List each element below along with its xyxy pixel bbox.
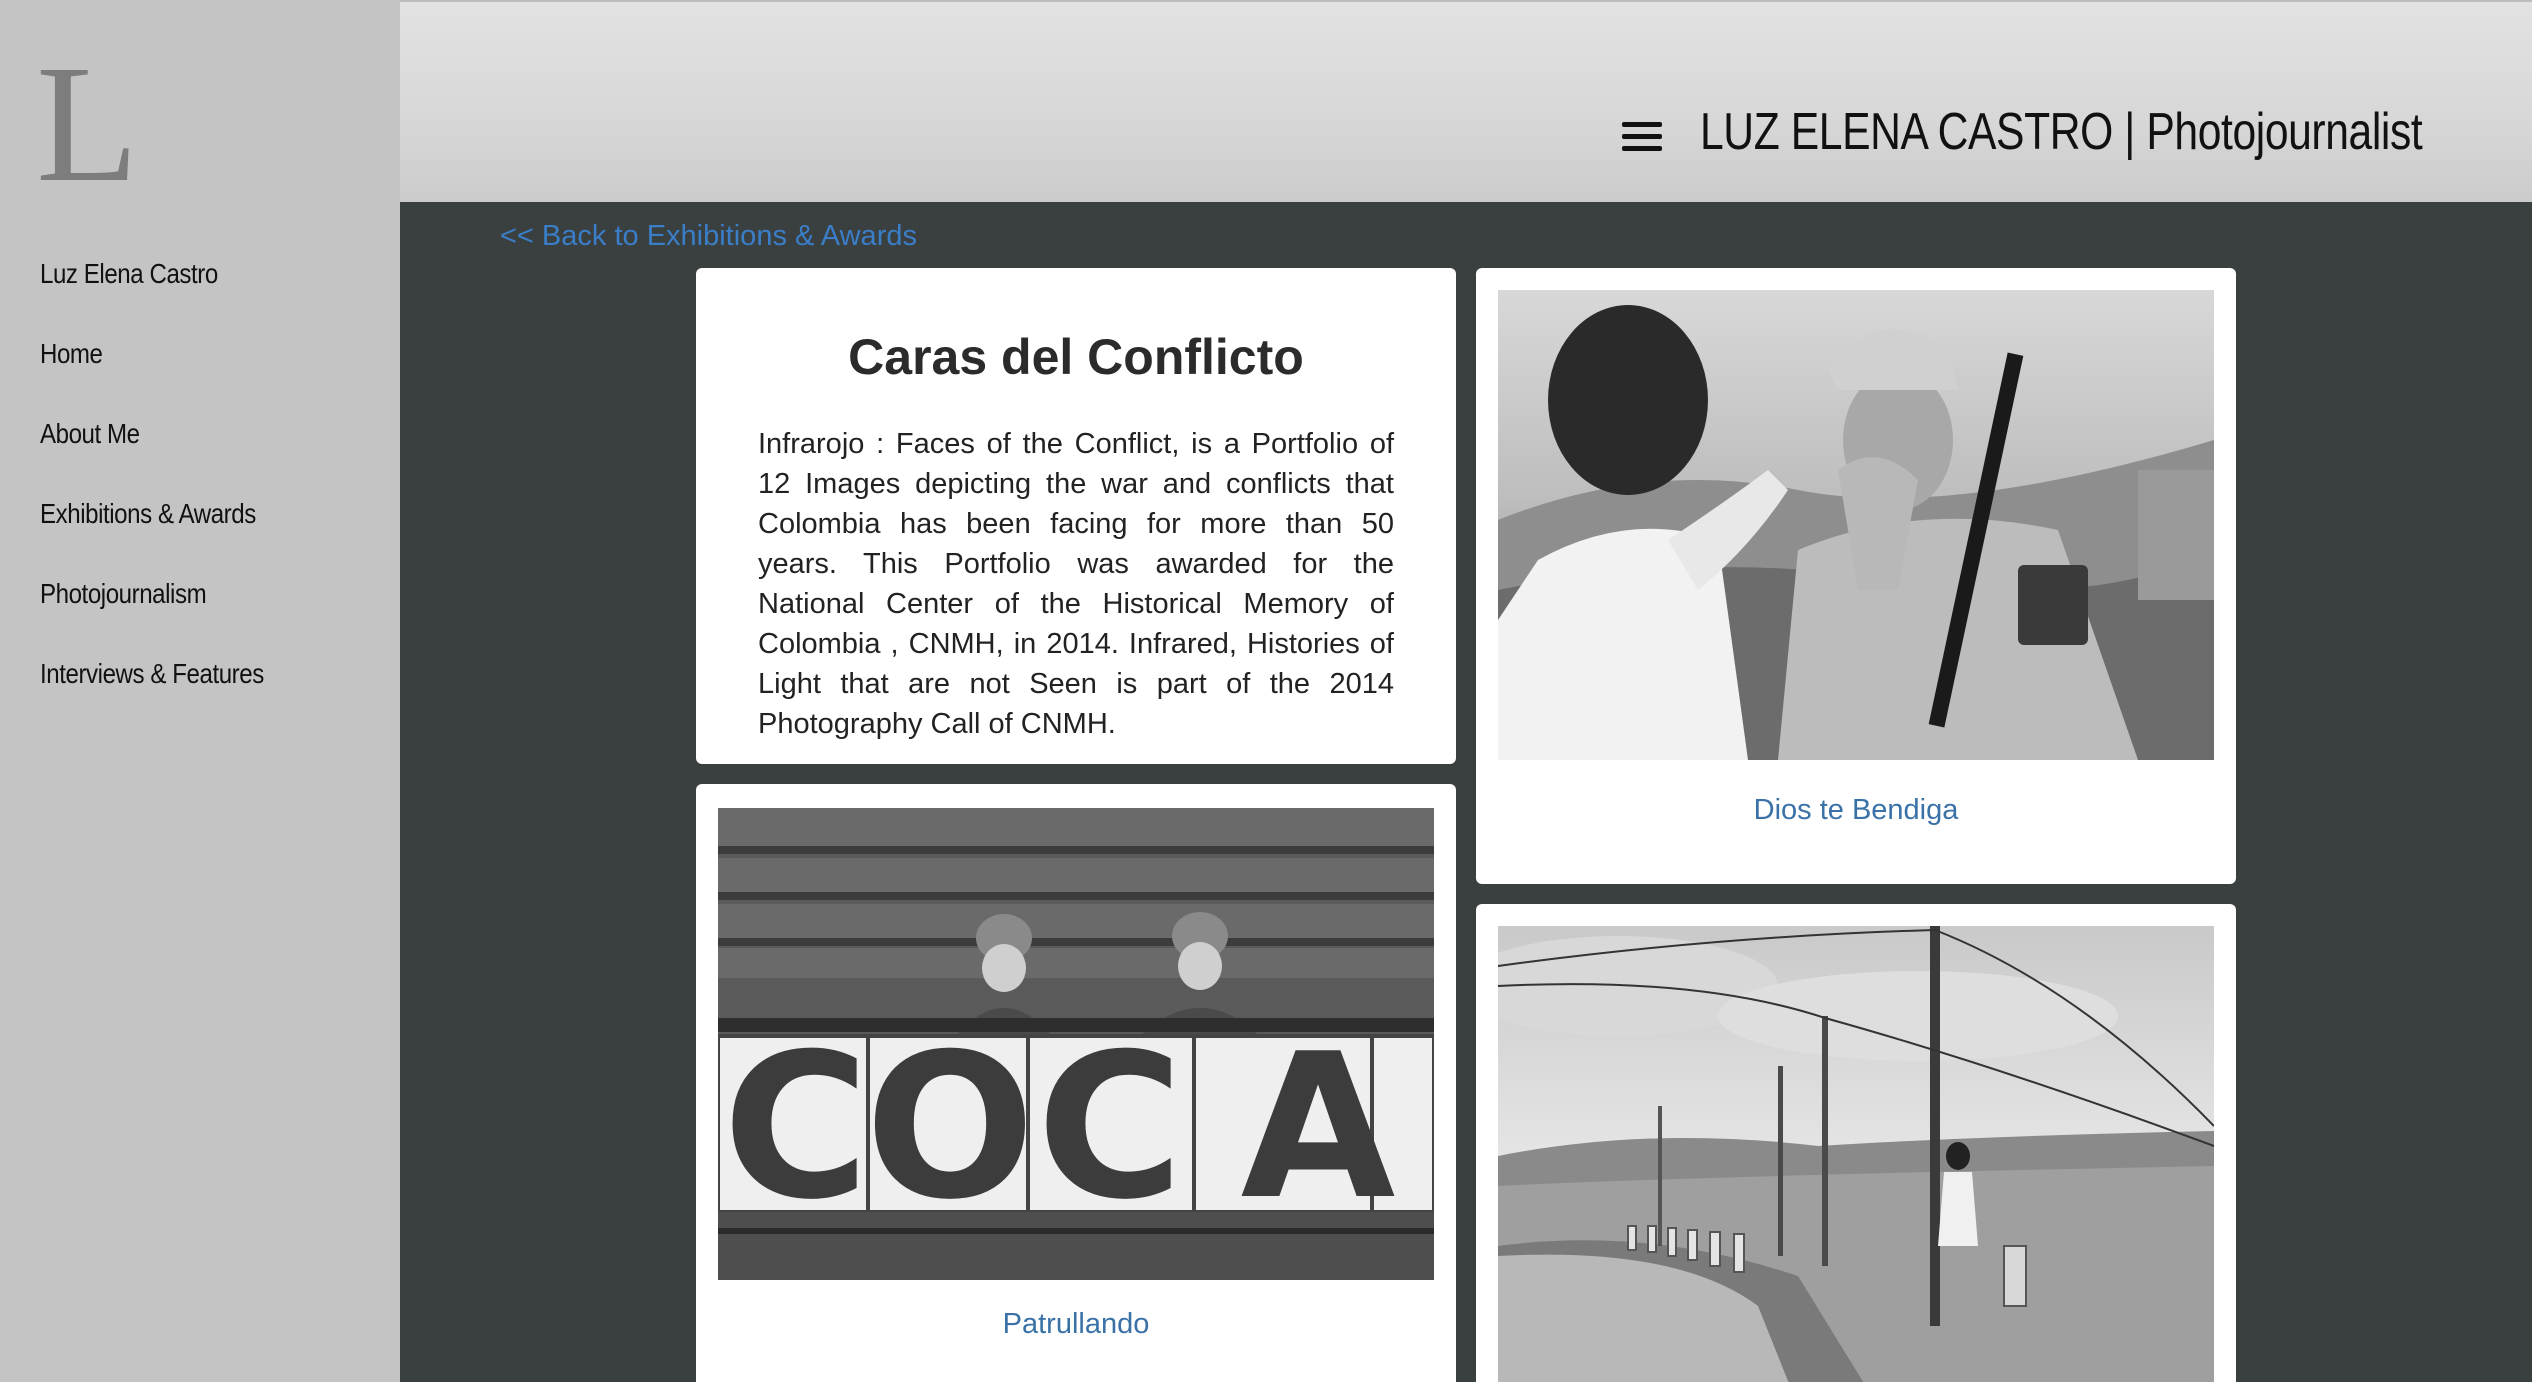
sidebar: L Luz Elena Castro Home About Me Exhibit…	[0, 0, 400, 1382]
sign-letter-4: A	[1241, 1011, 1396, 1244]
hamburger-icon[interactable]	[1622, 122, 1662, 152]
sidebar-item-about-me[interactable]: About Me	[40, 418, 264, 498]
photo-caption-dios-te-bendiga[interactable]: Dios te Bendiga	[1476, 794, 2236, 827]
photo-card-dios-te-bendiga: Dios te Bendiga	[1476, 268, 2236, 884]
photo-patrullando[interactable]: C O C A	[718, 808, 1434, 1280]
intro-card: Caras del Conflicto Infrarojo : Faces of…	[696, 268, 1456, 764]
sidebar-nav: Luz Elena Castro Home About Me Exhibitio…	[40, 258, 300, 738]
site-title[interactable]: LUZ ELENA CASTRO | Photojournalist	[1700, 102, 2423, 162]
page-title: Caras del Conflicto	[848, 329, 1304, 385]
logo-letter[interactable]: L	[36, 40, 139, 208]
photo-card-road	[1476, 904, 2236, 1382]
sidebar-item-home[interactable]: Home	[40, 338, 264, 418]
sidebar-item-exhibitions-awards[interactable]: Exhibitions & Awards	[40, 498, 264, 578]
photo-caption-patrullando[interactable]: Patrullando	[696, 1308, 1456, 1341]
header: LUZ ELENA CASTRO | Photojournalist	[400, 0, 2532, 202]
intro-description: Infrarojo : Faces of the Conflict, is a …	[758, 428, 1394, 740]
sign-letter-3: C	[1037, 1011, 1184, 1244]
photo-road[interactable]	[1498, 926, 2214, 1382]
sidebar-item-interviews-features[interactable]: Interviews & Features	[40, 658, 264, 738]
photo-dios-te-bendiga[interactable]	[1498, 290, 2214, 760]
sidebar-item-photojournalism[interactable]: Photojournalism	[40, 578, 264, 658]
sign-letter-1: C	[723, 1011, 870, 1244]
sign-letter-2: O	[865, 1011, 1035, 1244]
sidebar-item-luz-elena-castro[interactable]: Luz Elena Castro	[40, 258, 264, 338]
back-to-exhibitions-link[interactable]: << Back to Exhibitions & Awards	[500, 220, 917, 253]
photo-card-patrullando: C O C A Patrullando	[696, 784, 1456, 1382]
